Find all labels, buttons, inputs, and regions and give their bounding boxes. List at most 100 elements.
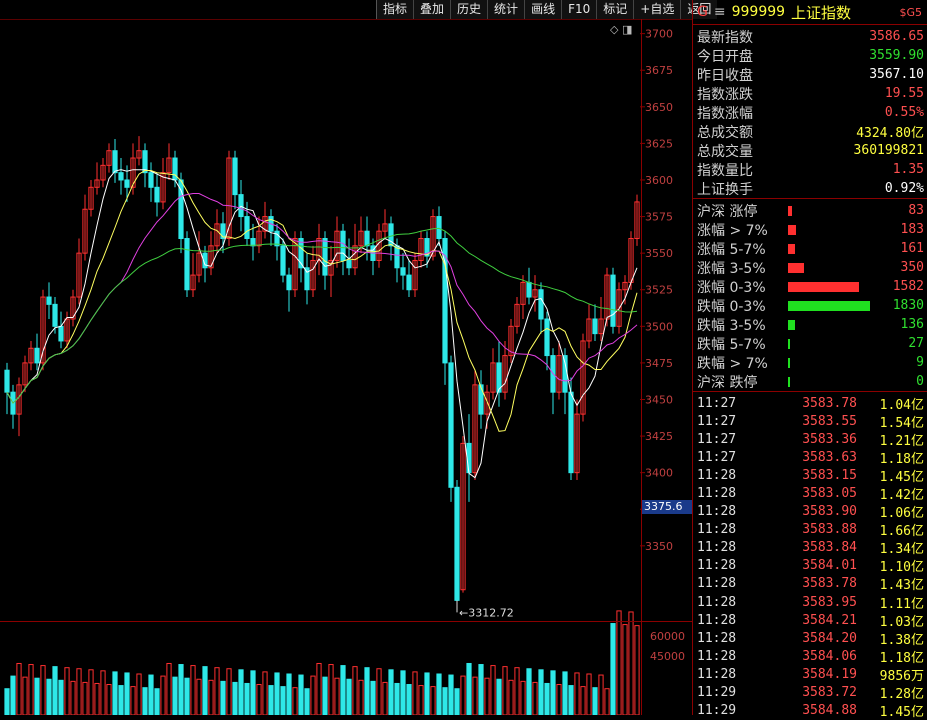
breadth-value: 9	[916, 355, 924, 370]
candle-body	[526, 281, 532, 298]
kline-chart-area[interactable]: 3700 3675 3650 3625 3600 3575 3550 3525 3500 3475…	[0, 19, 692, 715]
candle-body	[592, 318, 598, 335]
tick-list[interactable]: 11:27 3583.78 1.04亿 11:27 3583.55 1.54亿 11:27 3…	[693, 391, 927, 720]
breadth-row: 涨幅 > 7% 183	[693, 220, 927, 239]
chart-settings-icons[interactable]: ◇ ◨	[610, 23, 632, 36]
index-name: 上证指数	[791, 3, 852, 22]
candle-body	[544, 318, 550, 357]
candle-body	[280, 245, 286, 276]
tick-row: 11:28 3583.84 1.34亿	[693, 539, 927, 557]
breadth-row: 沪深 涨停 83	[693, 201, 927, 220]
volume-bar	[424, 672, 430, 715]
volume-bar	[556, 684, 562, 715]
price-axis-label: 3425	[645, 430, 673, 443]
breadth-bar	[788, 262, 804, 273]
price-axis-label: 3675	[645, 64, 673, 77]
candle-body	[538, 289, 544, 320]
candle-body	[478, 384, 484, 415]
breadth-label: 涨幅 > 7%	[697, 222, 768, 239]
tick-volume: 1.04亿	[879, 397, 924, 413]
quote-row: 昨日收盘 3567.10	[693, 65, 927, 84]
tick-price: 3584.20	[802, 630, 857, 646]
volume-bar	[610, 623, 616, 715]
volume-bar	[628, 611, 634, 715]
toolbar-button-0[interactable]: 指标	[376, 0, 414, 19]
tick-time: 11:28	[697, 522, 737, 538]
tick-row: 11:27 3583.36 1.21亿	[693, 430, 927, 449]
tick-price: 3584.19	[802, 666, 857, 682]
tick-price: 3583.78	[802, 576, 857, 592]
toolbar-button-5[interactable]: F10	[561, 0, 597, 19]
tick-row: 11:28 3584.19 9856万	[693, 665, 927, 684]
candle-body	[448, 362, 454, 488]
volume-bar	[604, 688, 610, 715]
toolbar-button-4[interactable]: 画线	[524, 0, 562, 19]
volume-bar	[616, 610, 622, 715]
tick-row: 11:29 3584.88 1.45亿	[693, 702, 927, 720]
price-axis-label: 3650	[645, 101, 673, 114]
volume-bar	[568, 685, 574, 715]
volume-bar	[268, 685, 274, 715]
tag-label[interactable]: $G5	[899, 6, 922, 19]
quote-row: 指数量比 1.35	[693, 160, 927, 179]
tick-time: 11:28	[697, 558, 737, 574]
toolbar-button-1[interactable]: 叠加	[413, 0, 451, 19]
tick-price: 3583.95	[802, 594, 857, 610]
tick-row: 11:28 3583.05 1.42亿	[693, 484, 927, 503]
tick-volume: 1.11亿	[879, 596, 924, 612]
candle-body	[394, 245, 400, 269]
volume-bar	[70, 680, 76, 715]
quote-value: 4324.80亿	[856, 126, 924, 141]
volume-bar	[16, 662, 22, 715]
volume-bar	[514, 667, 520, 715]
volume-bar	[142, 687, 148, 715]
breadth-value: 161	[900, 241, 924, 256]
breadth-value: 1830	[892, 298, 924, 313]
quote-value: 3586.65	[869, 29, 924, 44]
candle-body	[568, 391, 574, 474]
price-axis-label: 3625	[645, 137, 673, 150]
toolbar-button-3[interactable]: 统计	[487, 0, 525, 19]
breadth-bar	[788, 338, 790, 349]
volume-bar	[136, 673, 142, 715]
volume-bar	[634, 625, 640, 715]
volume-bar	[346, 678, 352, 715]
quote-label: 最新指数	[697, 29, 753, 46]
volume-bar	[328, 664, 334, 715]
breadth-label: 涨幅 3-5%	[697, 260, 766, 277]
breadth-label: 跌幅 > 7%	[697, 355, 768, 372]
toolbar-button-6[interactable]: 标记	[596, 0, 634, 19]
toolbar-button-2[interactable]: 历史	[450, 0, 488, 19]
volume-bar	[478, 664, 484, 715]
volume-bar	[184, 677, 190, 715]
volume-bar	[370, 680, 376, 715]
volume-bar	[106, 684, 112, 715]
tick-volume: 1.10亿	[879, 560, 924, 576]
tick-price: 3583.84	[802, 540, 857, 556]
index-code: 999999	[731, 4, 786, 20]
kline-chart[interactable]: 3700 3675 3650 3625 3600 3575 3550 3525 3500 3475…	[0, 19, 692, 715]
candle-body	[124, 179, 130, 188]
tick-time: 11:28	[697, 648, 737, 664]
volume-bar	[88, 669, 94, 715]
tick-time: 11:28	[697, 594, 737, 610]
tick-time: 11:27	[697, 395, 737, 411]
breadth-list: 沪深 涨停 83 涨幅 > 7% 183 涨幅 5-7% 161 涨幅 3-5% 350 涨幅 …	[693, 198, 927, 391]
breadth-row: 跌幅 0-3% 1830	[693, 296, 927, 315]
toolbar-button-7[interactable]: +自选	[633, 0, 681, 19]
volume-bar	[244, 682, 250, 715]
volume-axis-label: 60000	[650, 630, 685, 643]
menu-icon[interactable]: ≡	[714, 4, 726, 20]
tick-volume: 1.28亿	[879, 687, 924, 703]
volume-bar	[538, 669, 544, 715]
chart-toolbar: 指标 叠加 历史 统计 画线 F10 标记 +自选 返回	[376, 0, 718, 19]
g-icon[interactable]: G	[697, 4, 708, 20]
tick-price: 3583.72	[802, 685, 857, 701]
breadth-row: 涨幅 0-3% 1582	[693, 277, 927, 296]
volume-bar	[502, 666, 508, 715]
price-axis-label: 3700	[645, 28, 673, 41]
volume-bar	[178, 664, 184, 715]
breadth-label: 涨幅 0-3%	[697, 279, 766, 296]
volume-bar	[484, 677, 490, 715]
candle-body	[112, 150, 118, 174]
